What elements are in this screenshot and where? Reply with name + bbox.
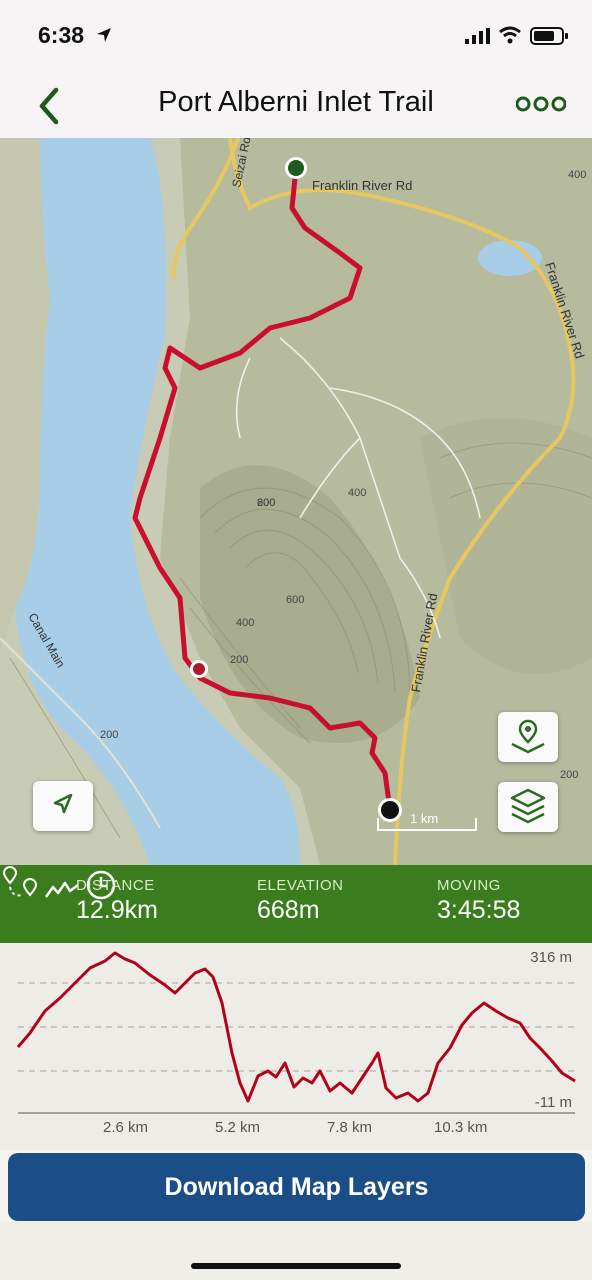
scale-label: 1 km (410, 811, 438, 826)
moving-time-stat: MOVING 3:45:58 (437, 877, 520, 925)
x-axis-tick-label: 2.6 km (103, 1119, 149, 1136)
wifi-icon (499, 26, 521, 44)
distance-label: DISTANCE (76, 877, 155, 894)
x-axis-tick-label: 10.3 km (434, 1119, 488, 1136)
moving-value: 3:45:58 (437, 896, 521, 924)
elevation-label: ELEVATION (257, 877, 344, 894)
location-arrow-icon (97, 28, 111, 42)
contour-label: 400 (348, 487, 366, 499)
lake-water (478, 240, 542, 276)
y-axis-min-label: -11 m (534, 1094, 572, 1111)
more-options-icon[interactable] (516, 92, 566, 116)
position-marker[interactable] (193, 663, 205, 675)
contour-label: 200 (560, 769, 578, 781)
home-indicator[interactable] (191, 1263, 401, 1269)
y-axis-max-label: 316 m (530, 949, 572, 966)
status-bar: 6:38 (0, 0, 592, 70)
layers-icon (510, 788, 546, 824)
contour-label: 200 (230, 654, 248, 666)
distance-value: 12.9km (76, 896, 158, 924)
elevation-profile[interactable]: 316 m -11 m 2.6 km 5.2 km 7.8 km 10.3 km (0, 943, 592, 1150)
navigation-bar: Port Alberni Inlet Trail (0, 70, 592, 139)
locate-me-button[interactable] (33, 781, 93, 831)
elevation-value: 668m (257, 896, 320, 924)
bottom-safe-area (0, 1222, 592, 1280)
trail-end-marker[interactable] (381, 801, 399, 819)
map-layers-button[interactable] (498, 782, 558, 832)
download-map-layers-button[interactable]: Download Map Layers (8, 1153, 585, 1221)
signal-icon (465, 28, 490, 44)
navigation-arrow-icon (53, 793, 73, 814)
status-time: 6:38 (38, 22, 85, 48)
trail-start-marker[interactable] (288, 160, 304, 176)
contour-label: 600 (257, 497, 275, 509)
elevation-stat: ELEVATION 668m (257, 877, 343, 925)
page-title: Port Alberni Inlet Trail (158, 86, 434, 118)
contour-label: 200 (100, 729, 118, 741)
x-axis-tick-label: 7.8 km (327, 1119, 373, 1136)
road-label: Franklin River Rd (312, 178, 412, 193)
distance-pin-icon (2, 866, 38, 897)
distance-stat: DISTANCE 12.9km (76, 877, 158, 925)
elevation-chart (16, 951, 576, 1114)
map-pin-icon (511, 719, 545, 754)
route-pin-button[interactable] (498, 712, 558, 762)
contour-label: 600 (286, 594, 304, 606)
battery-icon (530, 27, 568, 45)
moving-label: MOVING (437, 877, 501, 894)
contour-label: 400 (236, 617, 254, 629)
contour-label: 400 (568, 169, 586, 181)
map-view[interactable]: Franklin River Rd Franklin River Rd Fran… (0, 138, 592, 865)
trail-stats-bar: DISTANCE 12.9km ELEVATION 668m MOVING 3:… (0, 865, 592, 943)
x-axis-tick-label: 5.2 km (215, 1119, 261, 1136)
